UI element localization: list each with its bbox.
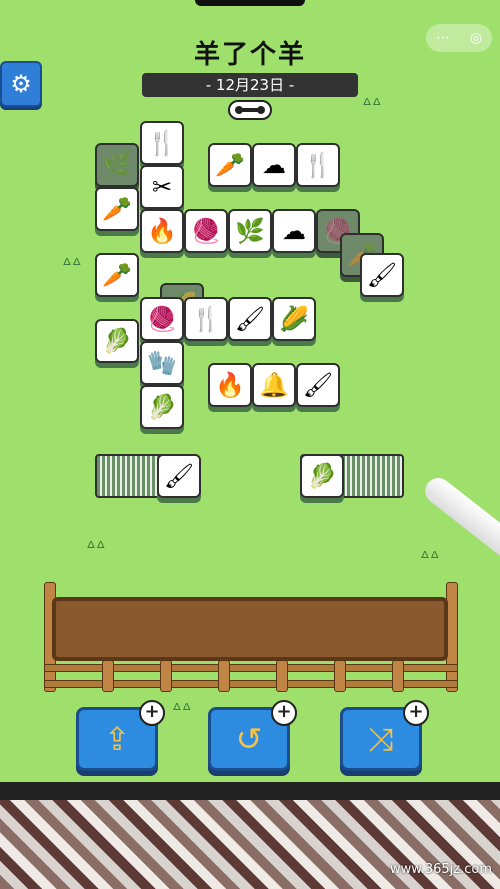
board-tile[interactable]: ✂ xyxy=(140,165,184,209)
link-icon xyxy=(228,100,272,120)
campfire-icon: 🔥 xyxy=(147,217,177,245)
add-uses-badge[interactable]: + xyxy=(403,700,429,726)
board-tile[interactable]: 🥕 xyxy=(95,187,139,231)
board-tile[interactable]: 🥬 xyxy=(95,319,139,363)
glove-icon: 🧤 xyxy=(147,349,177,377)
brush-icon: 🖌 xyxy=(366,261,398,289)
cotton-icon: ☁ xyxy=(282,217,306,245)
board-tile[interactable]: 🖌 xyxy=(228,297,272,341)
grass-tuft-icon: ᐞᐞ xyxy=(420,548,440,569)
undo-icon: ↺ xyxy=(235,720,263,758)
board-tile[interactable]: 🍴 xyxy=(296,143,340,187)
brush-icon: 🖌 xyxy=(234,305,266,333)
board-tile[interactable]: 🍴 xyxy=(184,297,228,341)
grass-icon: 🌿 xyxy=(102,151,132,179)
board-tile[interactable]: 🧶 xyxy=(140,297,184,341)
board-tile[interactable]: 🥕 xyxy=(208,143,252,187)
bell-icon: 🔔 xyxy=(259,371,289,399)
grass-tuft-icon: ᐞᐞ xyxy=(362,95,382,116)
camera-notch xyxy=(195,0,305,6)
cabbage-icon: 🥬 xyxy=(147,393,177,421)
watermark: www.365jz.com xyxy=(390,862,492,877)
board-tile[interactable]: 🔔 xyxy=(252,363,296,407)
rake-icon: 🍴 xyxy=(303,151,333,179)
brush-icon: 🖌 xyxy=(163,462,195,490)
rake-icon: 🍴 xyxy=(147,129,177,157)
cabbage-icon: 🥬 xyxy=(307,462,337,490)
board-tile[interactable]: 🧤 xyxy=(140,341,184,385)
fence-post xyxy=(334,660,346,692)
brush-icon: 🖌 xyxy=(302,371,334,399)
date-banner: - 12月23日 - xyxy=(142,73,358,97)
grass-icon: 🌿 xyxy=(235,217,265,245)
board-tile[interactable]: 🥬 xyxy=(140,385,184,429)
gear-icon: ⚙ xyxy=(10,70,32,98)
left-tile-stack: 🖌 xyxy=(95,454,201,498)
slot-trough xyxy=(52,597,448,661)
device-frame: ⋯ ◎ ⚙ 羊了个羊 - 12月23日 - ᐞᐞ ᐞᐞ ᐞᐞ ᐞᐞ ᐞᐞ 🌿🍴🌿… xyxy=(0,0,500,810)
board-tile[interactable]: ☁ xyxy=(272,209,316,253)
stack-top-tile[interactable]: 🥬 xyxy=(300,454,344,498)
board-tile[interactable]: 🔥 xyxy=(140,209,184,253)
board-tile[interactable]: 🌽 xyxy=(272,297,316,341)
right-tile-stack: 🥬 xyxy=(300,454,404,498)
board-tile[interactable]: 🔥 xyxy=(208,363,252,407)
grass-tuft-icon: ᐞᐞ xyxy=(172,700,192,721)
fence-post xyxy=(218,660,230,692)
carrot-icon: 🥕 xyxy=(102,195,132,223)
grass-tuft-icon: ᐞᐞ xyxy=(62,255,82,276)
campfire-icon: 🔥 xyxy=(215,371,245,399)
board-tile[interactable]: 🌿 xyxy=(228,209,272,253)
box-out-icon: ⇪ xyxy=(103,720,131,758)
shuffle-icon: ⤨ xyxy=(368,719,394,758)
game-title: 羊了个羊 xyxy=(193,40,306,70)
game-screen: ⋯ ◎ ⚙ 羊了个羊 - 12月23日 - ᐞᐞ ᐞᐞ ᐞᐞ ᐞᐞ ᐞᐞ 🌿🍴🌿… xyxy=(0,0,500,782)
fence-post xyxy=(276,660,288,692)
shuffle-button[interactable]: ⤨ + xyxy=(340,700,429,771)
carrot-icon: 🥕 xyxy=(102,261,132,289)
yarn-icon: 🧶 xyxy=(147,305,177,333)
fence-post xyxy=(160,660,172,692)
cotton-icon: ☁ xyxy=(262,151,286,179)
cabbage-icon: 🥬 xyxy=(102,327,132,355)
carrot-icon: 🥕 xyxy=(215,151,245,179)
add-uses-badge[interactable]: + xyxy=(271,700,297,726)
board-tile[interactable]: 🖌 xyxy=(360,253,404,297)
board-tile[interactable]: 🖌 xyxy=(296,363,340,407)
add-uses-badge[interactable]: + xyxy=(139,700,165,726)
board-tile[interactable]: 🧶 xyxy=(184,209,228,253)
board-tile[interactable]: 🥕 xyxy=(95,253,139,297)
fence-post xyxy=(392,660,404,692)
yarn-icon: 🧶 xyxy=(191,217,221,245)
rake-icon: 🍴 xyxy=(191,305,221,333)
undo-button[interactable]: ↺ + xyxy=(208,700,297,771)
corn-icon: 🌽 xyxy=(279,305,309,333)
board-tile[interactable]: ☁ xyxy=(252,143,296,187)
board-tile[interactable]: 🍴 xyxy=(140,121,184,165)
move-out-button[interactable]: ⇪ + xyxy=(76,700,165,771)
grass-tuft-icon: ᐞᐞ xyxy=(86,538,106,559)
stack-top-tile[interactable]: 🖌 xyxy=(157,454,201,498)
board-tile: 🌿 xyxy=(95,143,139,187)
scissors-icon: ✂ xyxy=(151,173,173,201)
fence-post xyxy=(102,660,114,692)
